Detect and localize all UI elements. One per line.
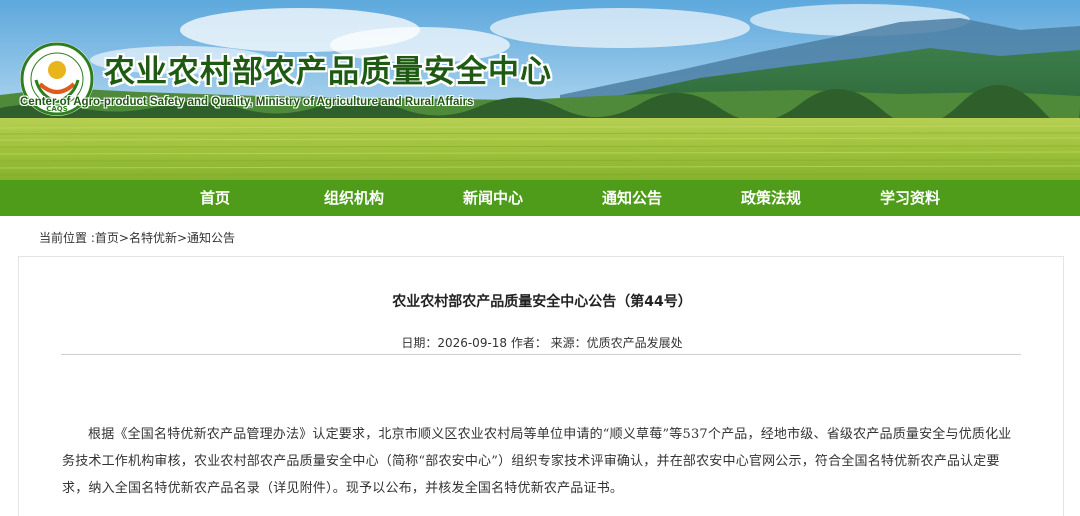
site-title: 农业农村部农产品质量安全中心 (104, 54, 552, 90)
article-divider (61, 354, 1021, 355)
breadcrumb-separator: > (176, 231, 188, 245)
site-subtitle: Center of Agro-product Safety and Qualit… (20, 96, 474, 108)
breadcrumb-home-link[interactable]: 首页 (95, 231, 119, 245)
nav-organization[interactable]: 组织机构 (285, 180, 424, 216)
nav-notices[interactable]: 通知公告 (563, 180, 702, 216)
breadcrumb-separator: > (118, 231, 129, 245)
nav-policies[interactable]: 政策法规 (702, 180, 841, 216)
breadcrumb-section-link[interactable]: 名特优新 (129, 231, 177, 245)
breadcrumb-current-link[interactable]: 通知公告 (187, 231, 235, 245)
nav-home[interactable]: 首页 (146, 180, 285, 216)
article-title: 农业农村部农产品质量安全中心公告（第44号） (392, 294, 692, 310)
breadcrumb: 当前位置 :首页>名特优新>通知公告 (0, 216, 1080, 256)
nav-learning[interactable]: 学习资料 (841, 180, 980, 216)
main-nav: 首页 组织机构 新闻中心 通知公告 政策法规 学习资料 (0, 180, 1080, 216)
nav-news[interactable]: 新闻中心 (424, 180, 563, 216)
article-container: 农业农村部农产品质量安全中心公告（第44号） 日期：2026-09-18 作者：… (18, 256, 1064, 516)
article-body-paragraph: 根据《全国名特优新农产品管理办法》认定要求，北京市顺义区农业农村局等单位申请的“… (62, 427, 1012, 496)
header-banner: CAQS 农业农村部农产品质量安全中心 Center of Agro-produ… (0, 0, 1080, 180)
article-meta: 日期：2026-09-18 作者： 来源：优质农产品发展处 (401, 336, 683, 350)
breadcrumb-prefix: 当前位置 : (39, 231, 95, 245)
